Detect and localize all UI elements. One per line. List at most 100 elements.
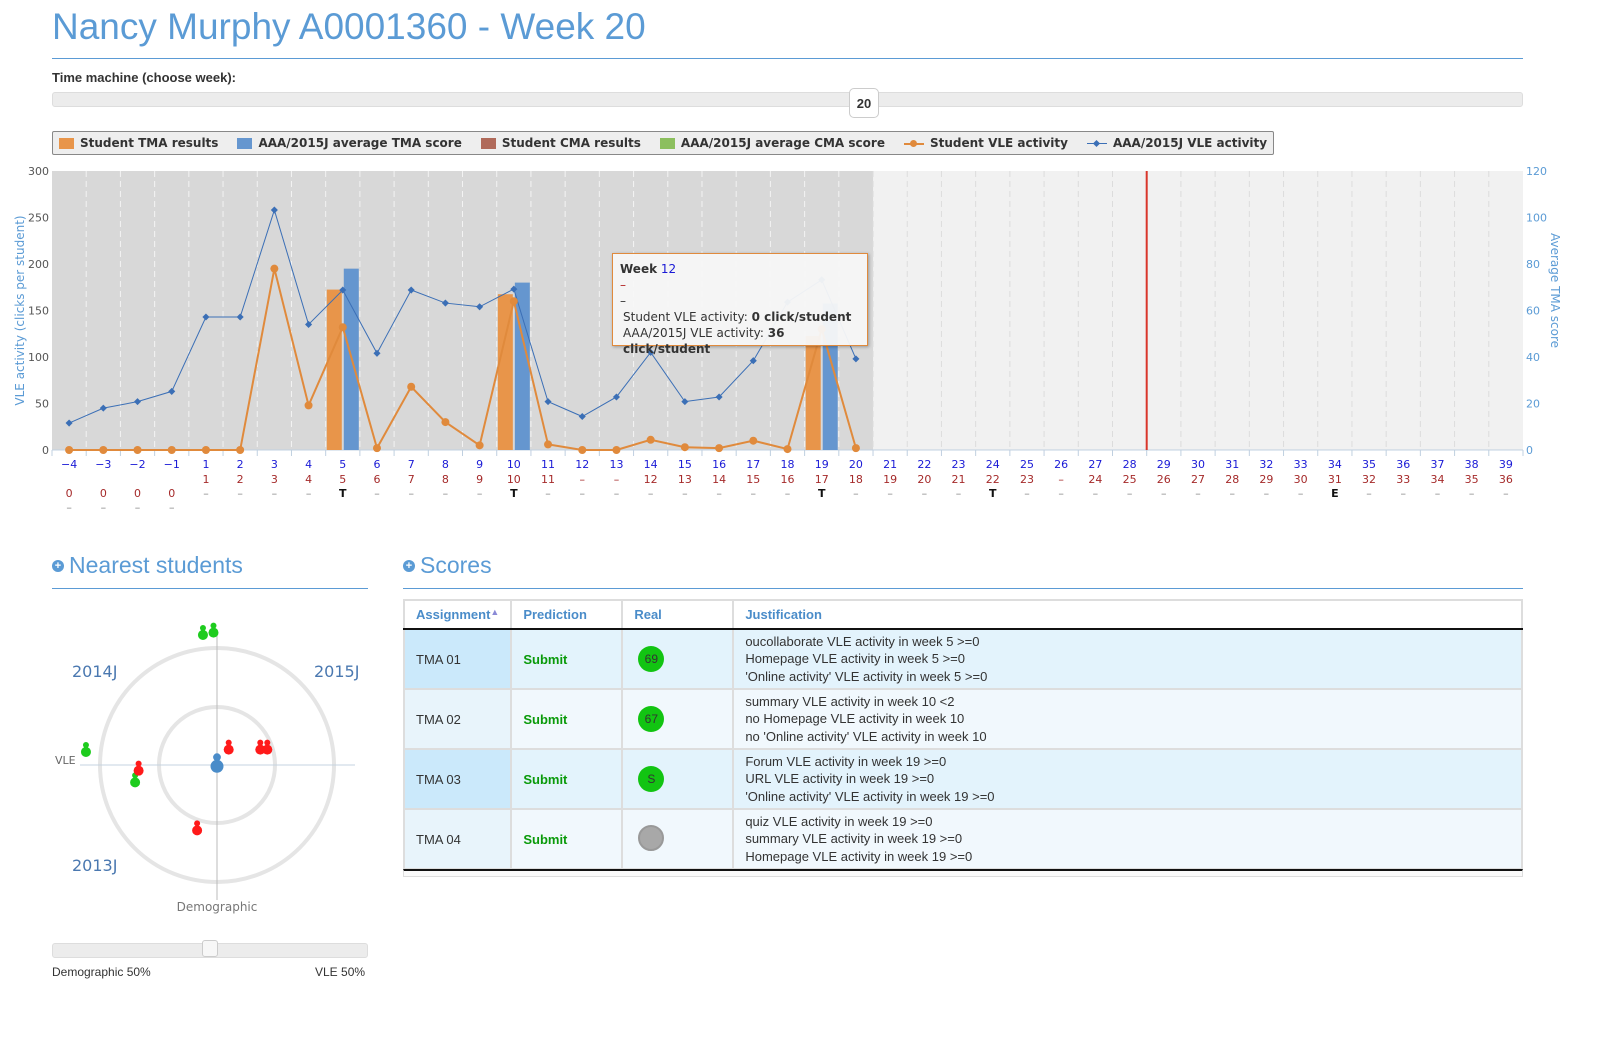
x-tick-label-study-week: 17 [815,473,829,486]
x-tick-label-study-week: 32 [1362,473,1376,486]
scores-header[interactable]: + Scores [403,552,492,579]
x-tick-label-assessment: – [272,487,278,500]
time-machine-slider-track[interactable] [52,92,1523,107]
score-row[interactable]: TMA 01 Submit 69 oucollaborate VLE activity… [402,628,1523,690]
x-tick-label-study-week: 24 [1088,473,1102,486]
x-tick-label-assessment: – [579,487,585,500]
x-tick-label-study-week: 35 [1465,473,1479,486]
column-header-justification[interactable]: Justification [732,599,1523,630]
justification-cell: summary VLE activity in week 10 <2 no Hom… [732,688,1523,750]
tooltip-avg-vle: AAA/2015J VLE activity: 36 click/student [623,326,785,356]
x-tick-label-week: 7 [408,458,415,471]
sort-ascending-icon[interactable]: ▲ [490,607,499,617]
cohort-label-2014j: 2014J [72,662,117,681]
x-tick-label-study-week: 36 [1499,473,1513,486]
x-tick-label-week: 34 [1328,458,1342,471]
x-tick-label-study-week: 2 [237,473,244,486]
x-tick-label-assessment: – [237,487,243,500]
real-cell: 69 [621,628,735,690]
x-tick-label-week: 26 [1054,458,1068,471]
x-tick-label-assessment: – [1469,487,1475,500]
score-badge: 67 [638,706,665,732]
x-tick-label-assessment: 0 [66,487,73,500]
x-tick-label-study-week: 31 [1328,473,1342,486]
score-row[interactable]: TMA 02 Submit 67 summary VLE activity in we… [402,688,1523,750]
justification-line: no 'Online activity' VLE activity in wee… [745,728,987,744]
x-tick-label-assessment: – [614,487,620,500]
real-cell: S [621,748,735,810]
x-tick-label-week: −3 [95,458,111,471]
point-student-vle [612,446,621,454]
x-tick-label-week: 4 [305,458,312,471]
point-student-vle [407,382,416,391]
x-tick-label-study-week: 4 [305,473,312,486]
expand-plus-icon[interactable]: + [52,559,64,572]
y2-tick-label: 80 [1526,258,1540,271]
x-tick-label-study-week: 14 [712,473,726,486]
x-tick-label-week: 23 [952,458,966,471]
legend-item-avg-vle[interactable]: AAA/2015J VLE activity [1086,136,1267,150]
x-tick-label-study-week: 9 [476,473,483,486]
y2-tick-label: 60 [1526,305,1540,318]
x-tick-label-assessment: – [1058,487,1064,500]
justification-line: URL VLE activity in week 19 >=0 [745,771,935,787]
legend-label: Student TMA results [80,136,219,150]
column-header-prediction[interactable]: Prediction [510,599,624,630]
x-tick-label-week: 17 [746,458,760,471]
x-tick-label-week: 25 [1020,458,1034,471]
x-tick-label-week: 3 [271,458,278,471]
x-tick-label-assessment: 0 [168,487,175,500]
x-tick-label-assessment: E [1331,487,1339,500]
x-tick-label-study-week: – [614,473,620,486]
point-student-vle [133,446,142,454]
x-tick-label-study-week: 1 [202,473,209,486]
justification-line: Homepage VLE activity in week 19 >=0 [745,848,973,864]
person-body [197,629,208,640]
x-tick-label-week: 30 [1191,458,1205,471]
x-tick-label-week: 6 [373,458,380,471]
justification-line: oucollaborate VLE activity in week 5 >=0 [745,633,980,649]
x-tick-label-week: −4 [61,458,77,471]
justification-cell: quiz VLE activity in week 19 >=0 summary … [732,808,1523,870]
point-student-vle [715,444,724,453]
nearest-student-icon [223,739,234,755]
y2-tick-label: 40 [1526,351,1540,364]
weight-slider-handle[interactable] [202,940,218,957]
x-tick-label-study-week: 26 [1157,473,1171,486]
x-tick-label-week: 20 [849,458,863,471]
legend-item-avg-cma[interactable]: AAA/2015J average CMA score [659,136,885,150]
legend-item-avg-tma[interactable]: AAA/2015J average TMA score [237,136,462,150]
justification-cell: Forum VLE activity in week 19 >=0 URL VLE… [732,748,1523,810]
score-row[interactable]: TMA 03 Submit S Forum VLE activity in week … [402,748,1523,810]
x-tick-label-week: −1 [164,458,180,471]
justification-line: Forum VLE activity in week 19 >=0 [745,753,947,769]
x-tick-label-assessment: – [853,487,859,500]
legend-item-student-cma[interactable]: Student CMA results [480,136,641,150]
column-header-real[interactable]: Real [621,599,735,630]
expand-plus-icon[interactable]: + [403,559,415,572]
legend-label: Student VLE activity [929,136,1068,150]
legend-item-student-vle[interactable]: Student VLE activity [903,136,1068,150]
nearest-student-icon [80,741,91,757]
page-title: Nancy Murphy A0001360 - Week 20 [52,6,646,47]
nearest-student-icon [133,760,144,776]
justification-line: summary VLE activity in week 10 <2 [745,693,955,709]
point-student-vle [372,444,381,453]
nearest-student-icon [208,622,219,638]
nearest-students-header[interactable]: + Nearest students [52,552,243,579]
x-tick-label-study-week: 8 [442,473,449,486]
x-tick-label-week: −2 [129,458,145,471]
bar-student-tma [326,289,342,450]
x-tick-label-assessment: – [1401,487,1407,500]
person-body [133,765,144,776]
legend-label: AAA/2015J average TMA score [258,136,462,150]
legend-item-student-tma[interactable]: Student TMA results [59,136,218,150]
score-row[interactable]: TMA 04 Submit quiz VLE activity in week 19… [402,808,1523,870]
x-tick-label-assessment: – [203,487,209,500]
column-header-assignment[interactable]: Assignment▲ [402,599,513,630]
time-machine-slider-handle[interactable]: 20 [849,88,879,118]
x-tick-label-study-week: 20 [917,473,931,486]
x-tick-label-assessment: – [956,487,962,500]
x-tick-label-week: 33 [1294,458,1308,471]
person-body [210,759,224,773]
